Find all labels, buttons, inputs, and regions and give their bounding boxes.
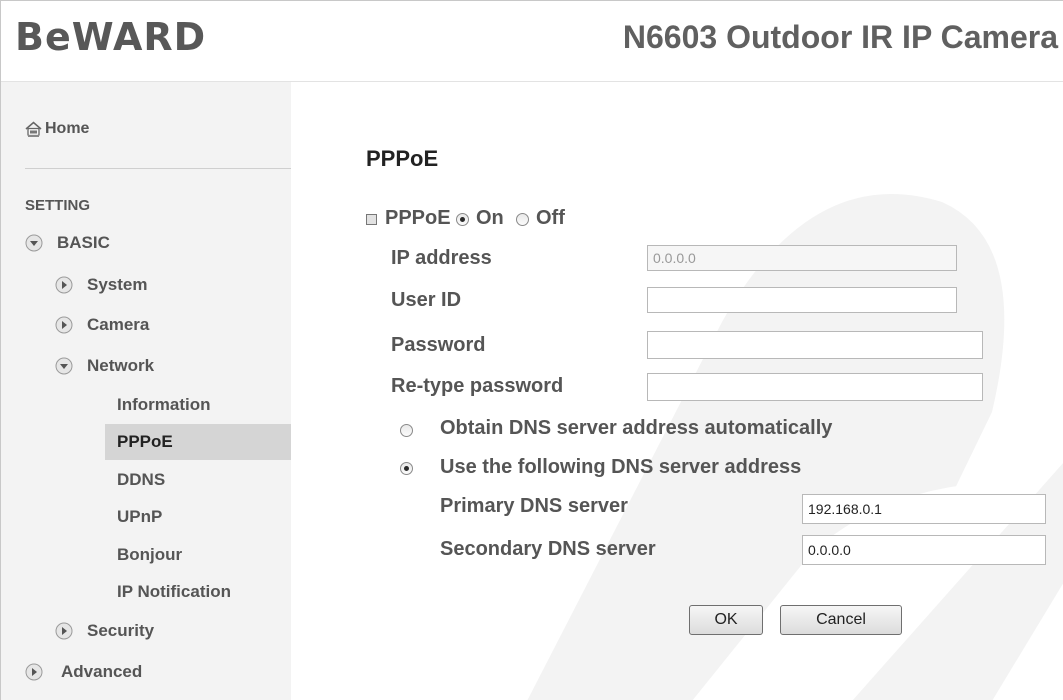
password-input[interactable] xyxy=(647,331,983,359)
chevron-right-icon xyxy=(25,663,43,681)
nav-system-label: System xyxy=(87,275,148,294)
setting-section-label: SETTING xyxy=(25,197,91,214)
pppoe-form: PPPoE PPPoE On Off IP address User ID Pa… xyxy=(292,82,1063,700)
retype-password-label: Re-type password xyxy=(391,375,564,397)
nav-security[interactable]: Security xyxy=(55,621,154,641)
page-title: PPPoE xyxy=(366,146,439,171)
chevron-right-icon xyxy=(55,622,73,640)
chevron-right-icon xyxy=(55,316,73,334)
bullet-square-icon xyxy=(366,214,377,225)
dns-manual-radio[interactable] xyxy=(400,462,413,475)
beward-logo: BeWARD xyxy=(15,15,207,59)
nav-network-label: Network xyxy=(87,356,155,375)
dns-auto-radio[interactable] xyxy=(400,424,413,437)
ip-address-input[interactable] xyxy=(647,245,957,271)
nav-home[interactable]: Home xyxy=(25,120,89,138)
header: BeWARD N6603 Outdoor IR IP Camera xyxy=(1,1,1063,82)
nav-system[interactable]: System xyxy=(55,275,147,295)
retype-password-input[interactable] xyxy=(647,373,983,401)
chevron-down-icon xyxy=(25,234,43,252)
user-id-label: User ID xyxy=(391,289,462,311)
ok-button[interactable]: OK xyxy=(689,605,763,635)
pppoe-on-radio[interactable] xyxy=(456,213,469,226)
sidebar-divider xyxy=(25,168,291,169)
nav-information[interactable]: Information xyxy=(117,395,211,415)
nav-camera-label: Camera xyxy=(87,315,150,334)
chevron-down-icon xyxy=(55,357,73,375)
dns-auto-label[interactable]: Obtain DNS server address automatically xyxy=(440,417,832,440)
nav-security-label: Security xyxy=(87,621,155,640)
chevron-right-icon xyxy=(55,276,73,294)
ip-address-label: IP address xyxy=(391,247,492,269)
nav-camera[interactable]: Camera xyxy=(55,315,149,335)
nav-home-label: Home xyxy=(45,120,90,137)
nav-network[interactable]: Network xyxy=(55,356,154,376)
nav-bonjour[interactable]: Bonjour xyxy=(117,545,182,565)
dns-manual-label[interactable]: Use the following DNS server address xyxy=(440,456,801,479)
sidebar: Home SETTING BASIC System Camera Network… xyxy=(1,82,291,700)
nav-basic[interactable]: BASIC xyxy=(25,233,110,253)
secondary-dns-input[interactable] xyxy=(802,535,1046,565)
password-label: Password xyxy=(391,334,486,356)
nav-upnp[interactable]: UPnP xyxy=(117,507,162,527)
pppoe-off-label[interactable]: Off xyxy=(536,207,565,230)
nav-basic-label: BASIC xyxy=(57,233,110,252)
cancel-button[interactable]: Cancel xyxy=(780,605,902,635)
main-panel: PPPoE PPPoE On Off IP address User ID Pa… xyxy=(292,82,1063,700)
camera-model-title: N6603 Outdoor IR IP Camera xyxy=(622,19,1058,55)
nav-advanced[interactable]: Advanced xyxy=(25,662,142,682)
primary-dns-label: Primary DNS server xyxy=(440,495,628,517)
nav-advanced-label: Advanced xyxy=(61,662,143,681)
user-id-input[interactable] xyxy=(647,287,957,313)
secondary-dns-label: Secondary DNS server xyxy=(440,538,656,560)
primary-dns-input[interactable] xyxy=(802,494,1046,524)
pppoe-off-radio[interactable] xyxy=(516,213,529,226)
nav-ddns[interactable]: DDNS xyxy=(117,470,165,490)
nav-pppoe[interactable]: PPPoE xyxy=(117,432,173,452)
nav-ip-notification[interactable]: IP Notification xyxy=(117,582,231,602)
camera-web-ui: BeWARD N6603 Outdoor IR IP Camera Home S… xyxy=(0,0,1063,700)
pppoe-label: PPPoE xyxy=(385,207,451,229)
pppoe-on-label[interactable]: On xyxy=(476,207,504,230)
home-icon xyxy=(25,121,42,137)
